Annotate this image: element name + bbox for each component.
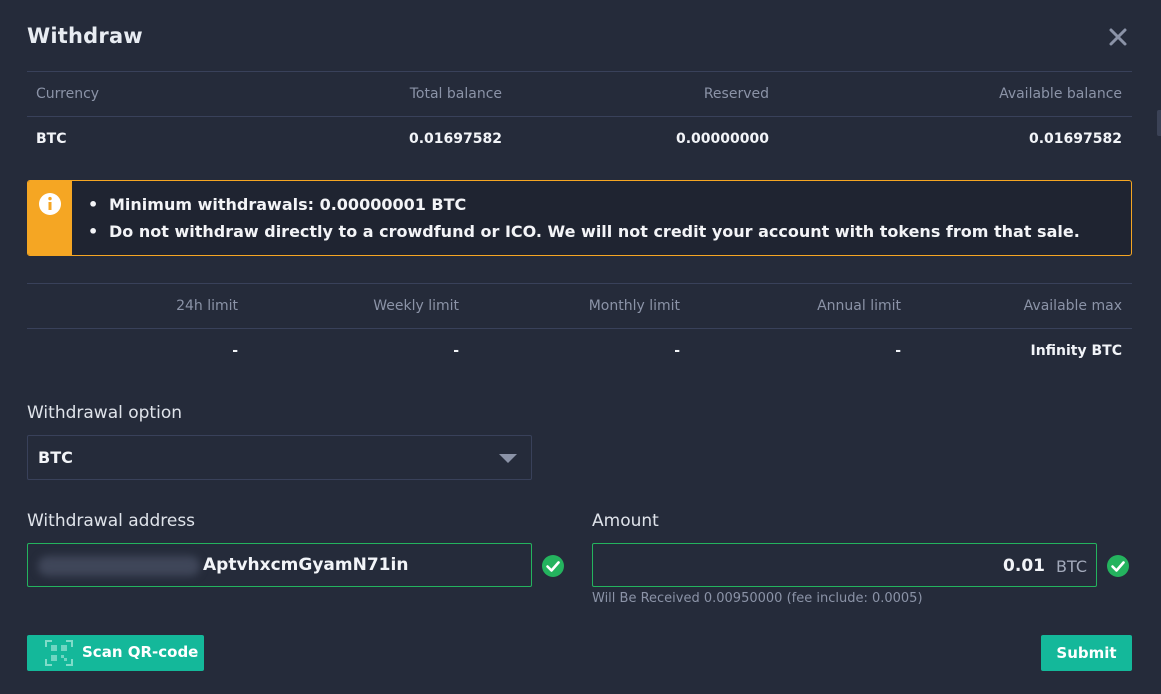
header-total-balance: Total balance bbox=[409, 86, 502, 102]
balance-currency: BTC bbox=[36, 131, 67, 147]
scan-qr-code-label: Scan QR-code bbox=[82, 643, 199, 661]
header-available-max: Available max bbox=[1023, 298, 1122, 314]
withdrawal-address-input[interactable]: AptvhxcmGyamN71in bbox=[27, 543, 532, 587]
info-icon bbox=[39, 193, 61, 215]
scan-qr-code-button[interactable]: Scan QR-code bbox=[27, 635, 204, 671]
limit-weekly: - bbox=[453, 343, 459, 359]
withdrawal-option-value: BTC bbox=[38, 448, 73, 467]
withdraw-modal: Withdraw Currency Total balance Reserved… bbox=[0, 0, 1161, 694]
header-annual-limit: Annual limit bbox=[817, 298, 901, 314]
submit-label: Submit bbox=[1056, 644, 1117, 662]
header-reserved: Reserved bbox=[703, 86, 769, 102]
limit-annual: - bbox=[895, 343, 901, 359]
amount-input[interactable]: 0.01 BTC bbox=[592, 543, 1097, 587]
close-button[interactable] bbox=[1106, 25, 1130, 49]
withdrawal-option-select[interactable]: BTC bbox=[27, 435, 532, 480]
scrollbar-thumb[interactable] bbox=[1157, 110, 1161, 136]
header-available-balance: Available balance bbox=[999, 86, 1122, 102]
table-divider bbox=[27, 116, 1132, 117]
amount-unit: BTC bbox=[1056, 557, 1087, 576]
limit-monthly: - bbox=[674, 343, 680, 359]
balance-available: 0.01697582 bbox=[1029, 131, 1122, 147]
modal-title: Withdraw bbox=[27, 24, 143, 48]
table-divider bbox=[27, 71, 1132, 72]
amount-valid-check-icon bbox=[1107, 555, 1129, 577]
header-monthly-limit: Monthly limit bbox=[588, 298, 680, 314]
address-valid-check-icon bbox=[542, 555, 564, 577]
chevron-down-icon bbox=[499, 454, 517, 463]
header-weekly-limit: Weekly limit bbox=[373, 298, 459, 314]
withdraw-notice: Minimum withdrawals: 0.00000001 BTC Do n… bbox=[27, 180, 1132, 256]
amount-received-hint: Will Be Received 0.00950000 (fee include… bbox=[592, 591, 923, 606]
notice-item: Minimum withdrawals: 0.00000001 BTC bbox=[88, 191, 1080, 218]
table-divider bbox=[27, 283, 1132, 284]
balance-reserved: 0.00000000 bbox=[676, 131, 769, 147]
amount-value: 0.01 bbox=[1003, 556, 1045, 576]
notice-list: Minimum withdrawals: 0.00000001 BTC Do n… bbox=[88, 191, 1080, 245]
withdrawal-address-value: AptvhxcmGyamN71in bbox=[203, 555, 409, 575]
limit-24h: - bbox=[232, 343, 238, 359]
header-currency: Currency bbox=[36, 86, 100, 102]
table-divider bbox=[27, 328, 1132, 329]
header-24h-limit: 24h limit bbox=[176, 298, 238, 314]
redacted-address-prefix bbox=[38, 556, 200, 576]
amount-label: Amount bbox=[592, 511, 659, 531]
withdrawal-address-label: Withdrawal address bbox=[27, 511, 196, 531]
submit-button[interactable]: Submit bbox=[1041, 635, 1132, 671]
withdrawal-option-label: Withdrawal option bbox=[27, 403, 183, 423]
limit-available-max: Infinity BTC bbox=[1030, 343, 1122, 359]
notice-item: Do not withdraw directly to a crowdfund … bbox=[88, 218, 1080, 245]
balance-total: 0.01697582 bbox=[409, 131, 502, 147]
close-icon bbox=[1109, 28, 1127, 46]
qr-code-icon bbox=[45, 640, 73, 666]
